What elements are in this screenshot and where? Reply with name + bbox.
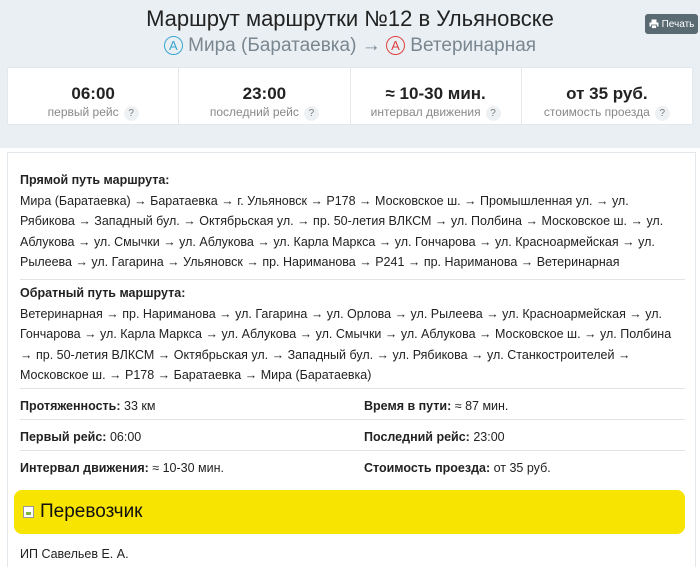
forward-route-heading: Прямой путь маршрута:	[20, 173, 170, 187]
divider	[20, 450, 685, 451]
carrier-banner: Перевозчик	[14, 490, 685, 534]
stat-value: 23:00	[242, 84, 287, 103]
stat-last-trip: 23:00 последний рейс?	[179, 68, 351, 124]
fare: Стоимость проезда: от 35 руб.	[364, 461, 551, 475]
printer-icon	[649, 19, 659, 29]
stat-price: от 35 руб. стоимость проезда?	[522, 68, 692, 124]
arrow-icon: →	[361, 35, 381, 56]
return-route: Обратный путь маршрута: Ветеринарная → п…	[20, 283, 683, 386]
route-length: Протяженность: 33 км	[20, 399, 156, 413]
interval: Интервал движения: ≈ 10-30 мин.	[20, 461, 224, 475]
page-title: Маршрут маршрутки №12 в Ульяновске	[146, 6, 554, 31]
carrier-heading: Перевозчик	[40, 501, 143, 522]
forward-route: Прямой путь маршрута: Мира (Баратаевка) …	[20, 170, 683, 273]
broken-image-icon	[23, 506, 34, 518]
stat-value: 06:00	[71, 84, 115, 103]
first-trip: Первый рейс: 06:00	[20, 430, 142, 444]
stat-label: интервал движения	[370, 105, 481, 119]
divider	[20, 388, 685, 389]
forward-route-text: Мира (Баратаевка) → Баратаевка → г. Улья…	[20, 193, 664, 270]
carrier-name: ИП Савельев Е. А.	[20, 547, 129, 561]
divider	[20, 279, 685, 280]
stats-bar: 06:00 первый рейс? 23:00 последний рейс?…	[7, 67, 693, 125]
help-icon[interactable]: ?	[123, 106, 139, 121]
route-details-panel: Прямой путь маршрута: Мира (Баратаевка) …	[7, 152, 696, 567]
travel-time: Время в пути: ≈ 87 мин.	[364, 399, 509, 413]
route-endpoints: A Мира (Баратаевка) → A Ветеринарная	[0, 35, 700, 57]
stat-label: последний рейс	[209, 105, 299, 119]
help-icon[interactable]: ?	[303, 106, 319, 121]
start-stop-icon: A	[163, 36, 183, 55]
start-stop: Мира (Баратаевка)	[188, 35, 357, 56]
end-stop-icon: A	[386, 36, 405, 55]
return-route-heading: Обратный путь маршрута:	[20, 286, 186, 300]
stat-label: стоимость проезда	[543, 105, 650, 119]
stat-first-trip: 06:00 первый рейс?	[8, 68, 180, 124]
divider	[20, 419, 685, 420]
help-icon[interactable]: ?	[654, 106, 670, 121]
end-stop: Ветеринарная	[410, 35, 537, 56]
last-trip: Последний рейс: 23:00	[364, 430, 505, 444]
print-button[interactable]: Печать	[645, 14, 698, 34]
print-label: Печать	[661, 18, 695, 30]
stat-value: ≈ 10-30 мин.	[385, 84, 486, 103]
return-route-text: Ветеринарная → пр. Нариманова → ул. Гага…	[20, 306, 672, 383]
route-header: Маршрут маршрутки №12 в Ульяновске A Мир…	[0, 0, 700, 148]
help-icon[interactable]: ?	[485, 106, 501, 121]
stat-interval: ≈ 10-30 мин. интервал движения?	[351, 68, 522, 124]
stat-label: первый рейс	[47, 105, 119, 119]
stat-value: от 35 руб.	[566, 84, 648, 103]
